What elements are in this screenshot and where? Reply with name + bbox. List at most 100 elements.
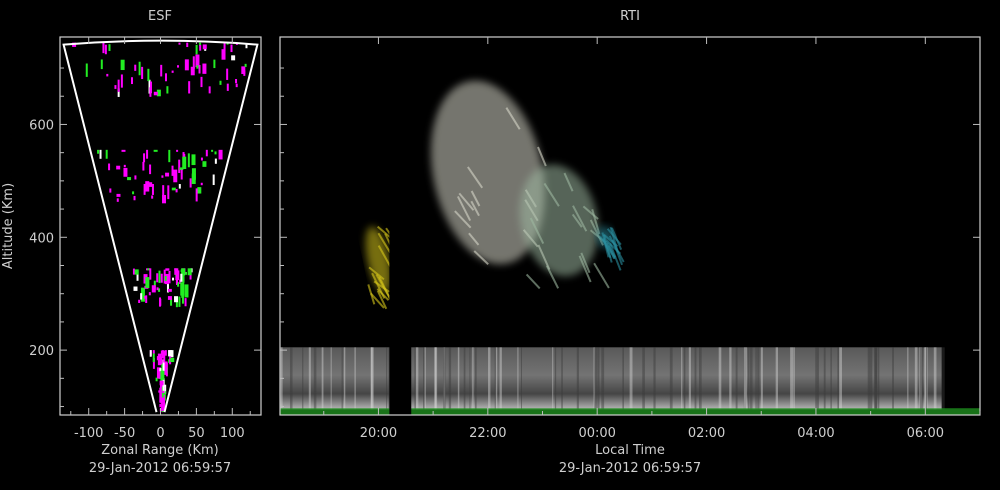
esf-echo-streak [148, 182, 153, 187]
rti-data-gap [389, 37, 412, 415]
esf-echo-streak [214, 158, 217, 164]
esf-echo-streak [196, 65, 199, 69]
rti-e-region-stripe [892, 347, 894, 410]
rti-e-region-stripe [601, 347, 605, 410]
esf-echo-streak [175, 188, 178, 193]
rti-panel: RTI 20:00 22:00 00:00 02:00 04:00 06:00 Local… [279, 9, 981, 476]
esf-echo-streak [162, 194, 167, 204]
rti-e-region-stripe [669, 347, 673, 410]
esf-echo-streak [105, 149, 108, 159]
rti-e-region-stripe [414, 347, 416, 410]
esf-echo-streak [146, 149, 149, 159]
rti-e-region-stripe [330, 347, 332, 410]
esf-y-axis-label: Altitude (Km) [1, 183, 16, 269]
esf-echo-streak [189, 178, 192, 188]
rti-e-region-stripe [561, 347, 563, 410]
figure-canvas: ESF -100 -50 0 50 100 200 400 600 Altitude (Km)… [1, 9, 981, 476]
esf-echo-streak [138, 299, 141, 303]
rti-e-region-stripe [308, 347, 311, 410]
esf-echo-streak [178, 42, 181, 45]
esf-echo-streak [167, 185, 170, 200]
esf-echo-streak [235, 83, 238, 88]
esf-echo-streak [102, 42, 105, 54]
esf-echo-streak [114, 85, 117, 89]
esf-echo-streak [106, 73, 109, 77]
esf-echo-streak [104, 44, 107, 55]
esf-echo-streak [153, 149, 158, 152]
rti-e-region-stripe [520, 347, 522, 410]
rti-e-region-stripe [869, 347, 873, 410]
esf-echo-streak [244, 63, 247, 67]
rti-e-region-stripe [302, 347, 304, 410]
rti-e-region-stripe [683, 347, 686, 410]
esf-echo-streak [190, 66, 195, 76]
esf-echo-streak [133, 286, 138, 291]
rti-e-region-stripe [867, 347, 870, 410]
esf-echo-streak [151, 285, 156, 293]
esf-echo-streak [145, 277, 150, 289]
esf-echo-streak [134, 175, 137, 180]
esf-echo-streak [212, 174, 215, 186]
esf-echo-streak [214, 151, 217, 155]
rti-e-region-stripe [823, 347, 826, 410]
esf-echo-streak [184, 284, 189, 298]
rti-e-region-stripe [517, 347, 519, 410]
esf-echo-streak [167, 288, 172, 292]
rti-e-region-stripe [499, 347, 502, 410]
esf-axes: -100 -50 0 50 100 200 400 600 [29, 37, 261, 441]
esf-echo-streak [160, 273, 163, 283]
rti-e-region-stripe [919, 347, 923, 410]
rti-e-region-stripe [415, 347, 419, 410]
rti-e-region-stripe [622, 347, 624, 410]
esf-echo-streak [152, 350, 155, 354]
esf-echo-streak [147, 268, 150, 271]
esf-echo-streak [145, 295, 148, 304]
esf-echo-streak [199, 44, 202, 51]
rti-x-tick-label: 02:00 [688, 426, 725, 441]
esf-echo-streak [97, 149, 100, 154]
esf-echo-streak [218, 149, 223, 160]
esf-echo-streak [140, 293, 143, 300]
esf-echo-streak [147, 68, 150, 82]
rti-e-region-stripe [313, 347, 317, 410]
esf-echo-streak [188, 81, 191, 94]
esf-echo-streak [99, 149, 102, 159]
esf-echo-streak [213, 59, 216, 69]
rti-e-region-stripe [463, 347, 466, 410]
rti-e-region-stripe [472, 347, 474, 410]
esf-echo-streak [191, 173, 196, 184]
esf-echo-streak [187, 268, 192, 276]
rti-e-region-stripe [386, 347, 388, 410]
esf-echo-streak [134, 269, 139, 275]
rti-e-region-stripe [495, 347, 498, 410]
rti-e-region-stripe [830, 347, 832, 410]
esf-echo-streak [148, 292, 151, 296]
rti-x-axis-label: Local Time [595, 443, 665, 458]
esf-echo-streak [161, 350, 164, 359]
esf-echo-streak [180, 169, 183, 180]
esf-echo-streak [159, 368, 162, 372]
rti-e-region-stripe [424, 347, 426, 410]
esf-echo-streak [158, 356, 163, 365]
esf-echo-streak [186, 42, 189, 48]
esf-timestamp: 29-Jan-2012 06:59:57 [89, 461, 231, 476]
esf-echo-streak [162, 185, 165, 196]
esf-echo-streak [200, 157, 203, 161]
rti-e-region-stripe [907, 347, 909, 410]
esf-echo-streak [123, 167, 128, 177]
esf-echo-streak [109, 188, 112, 193]
rti-e-region-layer [280, 347, 942, 410]
esf-echo-streak [85, 63, 88, 77]
rti-e-region-stripe [653, 347, 656, 410]
esf-echo-streak [149, 350, 152, 357]
rti-x-tick-label: 04:00 [797, 426, 834, 441]
esf-echo-streak [173, 169, 178, 183]
esf-echo-streak [202, 161, 207, 167]
esf-echo-streak [182, 270, 185, 284]
esf-echo-streak [211, 149, 214, 152]
esf-echo-layer [72, 42, 248, 413]
esf-echo-streak [160, 64, 163, 77]
rti-e-region-stripe [554, 347, 557, 410]
rti-x-tick-label: 22:00 [469, 426, 506, 441]
rti-e-region-stripe [694, 347, 697, 410]
